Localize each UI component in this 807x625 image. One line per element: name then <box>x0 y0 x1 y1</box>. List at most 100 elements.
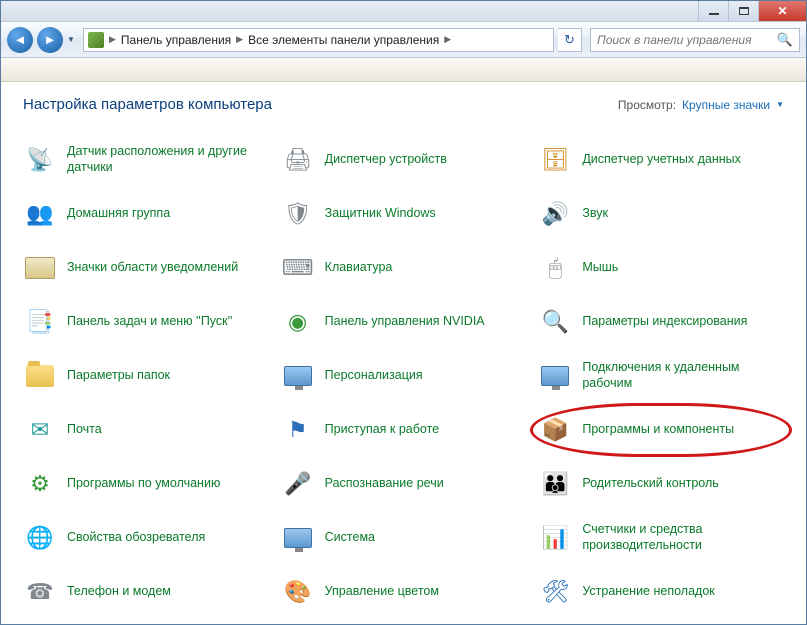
cp-item[interactable]: 📊 Счетчики и средства производительности <box>538 519 784 557</box>
cp-item-icon: 🎤 <box>281 467 315 501</box>
close-button[interactable]: ✕ <box>758 1 806 21</box>
cp-item-label: Панель задач и меню ''Пуск'' <box>67 314 232 330</box>
cp-item-label: Диспетчер устройств <box>325 152 447 168</box>
cp-item-label: Значки области уведомлений <box>67 260 238 276</box>
cp-item-icon: 📦 <box>538 413 572 447</box>
cp-item[interactable]: ☎ Телефон и модем <box>23 573 269 611</box>
cp-item-label: Параметры папок <box>67 368 170 384</box>
cp-item-icon: 🎨 <box>281 575 315 609</box>
view-by-label: Просмотр: <box>618 98 676 112</box>
cp-item-label: Диспетчер учетных данных <box>582 152 741 168</box>
cp-item-label: Клавиатура <box>325 260 393 276</box>
cp-item-label: Звук <box>582 206 608 222</box>
cp-item[interactable]: Параметры папок <box>23 357 269 395</box>
cp-item[interactable]: ⚑ Приступая к работе <box>281 411 527 449</box>
cp-item-label: Управление цветом <box>325 584 439 600</box>
maximize-button[interactable] <box>728 1 758 21</box>
cp-item[interactable]: 🛡 Защитник Windows <box>281 195 527 233</box>
cp-item-icon: 📊 <box>538 521 572 555</box>
refresh-button[interactable]: ↻ <box>558 28 582 52</box>
cp-item-icon <box>281 521 315 555</box>
chevron-down-icon: ▼ <box>776 100 784 109</box>
toolbar <box>1 58 806 82</box>
search-box[interactable]: 🔍 <box>590 28 800 52</box>
cp-item-label: Датчик расположения и другие датчики <box>67 144 269 175</box>
cp-item[interactable]: 🎨 Управление цветом <box>281 573 527 611</box>
cp-item-label: Система <box>325 530 375 546</box>
cp-item-label: Родительский контроль <box>582 476 718 492</box>
breadcrumb[interactable]: ▶ Панель управления ▶ Все элементы панел… <box>83 28 554 52</box>
cp-item-label: Свойства обозревателя <box>67 530 205 546</box>
cp-item-icon <box>23 251 57 285</box>
cp-item-label: Программы и компоненты <box>582 422 734 438</box>
cp-item-label: Телефон и модем <box>67 584 171 600</box>
search-input[interactable] <box>597 33 773 47</box>
nav-history-dropdown[interactable]: ▼ <box>67 35 79 44</box>
chevron-right-icon: ▶ <box>236 34 243 45</box>
cp-item-label: Панель управления NVIDIA <box>325 314 485 330</box>
cp-item-icon: 📡 <box>23 143 57 177</box>
cp-item[interactable]: 🌐 Свойства обозревателя <box>23 519 269 557</box>
search-icon: 🔍 <box>777 32 793 48</box>
cp-item-label: Параметры индексирования <box>582 314 747 330</box>
titlebar: ✕ <box>1 1 806 22</box>
cp-item-label: Защитник Windows <box>325 206 436 222</box>
cp-item-icon: ⚙ <box>23 467 57 501</box>
cp-item[interactable]: 📡 Датчик расположения и другие датчики <box>23 141 269 179</box>
navbar: ◄ ► ▼ ▶ Панель управления ▶ Все элементы… <box>1 22 806 58</box>
cp-item-icon: 📑 <box>23 305 57 339</box>
cp-item[interactable]: ✉Почта <box>23 411 269 449</box>
nav-forward-button[interactable]: ► <box>37 27 63 53</box>
page-title: Настройка параметров компьютера <box>23 96 272 113</box>
content-header: Настройка параметров компьютера Просмотр… <box>23 96 784 113</box>
cp-item[interactable]: 🗄 Диспетчер учетных данных <box>538 141 784 179</box>
view-by-selector[interactable]: Просмотр: Крупные значки ▼ <box>618 98 784 112</box>
cp-item-icon: 🛡 <box>281 197 315 231</box>
cp-item-icon: 🌐 <box>23 521 57 555</box>
cp-item-icon <box>281 359 315 393</box>
cp-item[interactable]: 👪 Родительский контроль <box>538 465 784 503</box>
cp-item-icon: ⚑ <box>281 413 315 447</box>
nav-back-button[interactable]: ◄ <box>7 27 33 53</box>
cp-item-label: Персонализация <box>325 368 423 384</box>
cp-item[interactable]: 🖨 Диспетчер устройств <box>281 141 527 179</box>
cp-item-icon: 🔍 <box>538 305 572 339</box>
cp-item-label: Приступая к работе <box>325 422 439 438</box>
minimize-button[interactable] <box>698 1 728 21</box>
view-by-value[interactable]: Крупные значки <box>682 98 770 112</box>
cp-item-icon: 👥 <box>23 197 57 231</box>
cp-item-icon: 👪 <box>538 467 572 501</box>
cp-item-label: Почта <box>67 422 102 438</box>
cp-item-icon <box>538 359 572 393</box>
cp-item[interactable]: ⌨ Клавиатура <box>281 249 527 287</box>
cp-item-icon: 🛠 <box>538 575 572 609</box>
control-panel-icon <box>88 32 104 48</box>
breadcrumb-item[interactable]: Панель управления <box>121 33 231 47</box>
cp-item-label: Программы по умолчанию <box>67 476 220 492</box>
cp-item-icon: 🗄 <box>538 143 572 177</box>
cp-item[interactable]: 📑 Панель задач и меню ''Пуск'' <box>23 303 269 341</box>
cp-item[interactable]: ◉ Панель управления NVIDIA <box>281 303 527 341</box>
cp-item-label: Домашняя группа <box>67 206 170 222</box>
cp-item-icon <box>23 359 57 393</box>
cp-item-icon: ☎ <box>23 575 57 609</box>
cp-item[interactable]: 🔊Звук <box>538 195 784 233</box>
cp-item-label: Устранение неполадок <box>582 584 714 600</box>
cp-item[interactable]: 🎤Распознавание речи <box>281 465 527 503</box>
cp-item[interactable]: Система <box>281 519 527 557</box>
cp-item[interactable]: 🛠 Устранение неполадок <box>538 573 784 611</box>
cp-item[interactable]: 👥 Домашняя группа <box>23 195 269 233</box>
cp-item[interactable]: 📦 Программы и компоненты <box>538 411 784 449</box>
cp-item[interactable]: Персонализация <box>281 357 527 395</box>
cp-item[interactable]: Значки области уведомлений <box>23 249 269 287</box>
cp-item[interactable]: Подключения к удаленным рабочим <box>538 357 784 395</box>
breadcrumb-item[interactable]: Все элементы панели управления <box>248 33 439 47</box>
cp-item-icon: ◉ <box>281 305 315 339</box>
cp-item-label: Счетчики и средства производительности <box>582 522 784 553</box>
close-icon: ✕ <box>777 5 787 17</box>
cp-item-icon: 🖨 <box>281 143 315 177</box>
cp-item[interactable]: ⚙ Программы по умолчанию <box>23 465 269 503</box>
cp-item[interactable]: 🔍 Параметры индексирования <box>538 303 784 341</box>
cp-item[interactable]: 🖱Мышь <box>538 249 784 287</box>
cp-item-icon: ⌨ <box>281 251 315 285</box>
